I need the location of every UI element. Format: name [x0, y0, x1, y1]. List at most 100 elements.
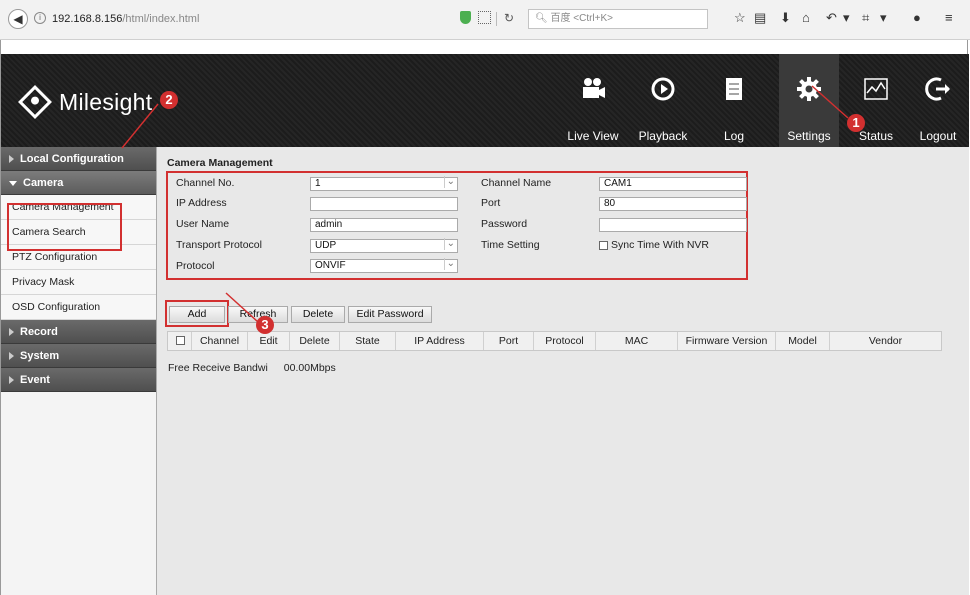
nav-log[interactable]: Log — [706, 54, 762, 147]
screenshot-tool-icon[interactable]: ⌗ — [862, 10, 869, 26]
column-header[interactable]: Firmware Version — [678, 332, 776, 350]
address-bar[interactable]: 192.168.8.156/html/index.html — [52, 10, 452, 28]
sidebar-item-privacy-mask[interactable]: Privacy Mask — [1, 270, 156, 295]
camera-form-highlight: Channel No. 1 Channel Name CAM1 IP Addre… — [166, 171, 748, 280]
logout-icon — [925, 77, 950, 101]
search-icon: 🔍︎ — [535, 13, 548, 24]
back-arrow-icon[interactable]: ◀ — [8, 9, 28, 29]
port-field[interactable]: 80 — [599, 197, 747, 211]
user-name-field[interactable]: admin — [310, 218, 458, 232]
password-label: Password — [481, 218, 528, 230]
info-icon[interactable]: i — [34, 12, 46, 24]
sidebar-group-label: Camera — [23, 177, 64, 189]
star-icon[interactable]: ☆ — [734, 10, 746, 26]
sidebar-group-label: Event — [20, 374, 50, 386]
sidebar-group-event[interactable]: Event — [1, 368, 156, 392]
shield-icon[interactable] — [460, 11, 471, 24]
callout-badge-1: 1 — [847, 114, 865, 132]
select-all-cell — [168, 332, 192, 350]
sidebar-group-label: Record — [20, 326, 58, 338]
nav-label: Logout — [919, 129, 957, 143]
url-host: 192.168.8.156 — [52, 13, 123, 25]
nav-label: Settings — [787, 129, 831, 143]
sync-time-label: Sync Time With NVR — [611, 239, 710, 251]
delete-button[interactable]: Delete — [291, 306, 345, 323]
column-header[interactable]: Model — [776, 332, 830, 350]
sidebar-group-label: Local Configuration — [20, 153, 124, 165]
app-header: Milesight Live View Playback Log Setting… — [1, 54, 969, 147]
section-title: Camera Management — [167, 157, 273, 169]
sidebar-group-local-configuration[interactable]: Local Configuration — [1, 147, 156, 171]
column-header[interactable]: Delete — [290, 332, 340, 350]
nav-logout[interactable]: Logout — [913, 54, 963, 147]
protocol-select[interactable]: ONVIF — [310, 258, 458, 273]
transport-protocol-label: Transport Protocol — [176, 239, 262, 251]
collapse-arrow-icon — [9, 180, 17, 186]
web-page: Milesight Live View Playback Log Setting… — [0, 40, 969, 595]
select-all-checkbox[interactable] — [176, 336, 185, 345]
channel-name-field[interactable]: CAM1 — [599, 177, 747, 191]
video-camera-icon — [583, 78, 605, 98]
column-header[interactable]: State — [340, 332, 396, 350]
nav-status[interactable]: Status — [846, 54, 906, 147]
main-content: Camera Management Channel No. 1 Channel … — [157, 147, 969, 595]
ip-address-field[interactable] — [310, 197, 458, 211]
edit-password-button[interactable]: Edit Password — [348, 306, 432, 323]
time-setting-label: Time Setting — [481, 239, 540, 251]
column-header[interactable]: MAC — [596, 332, 678, 350]
brand-name: Milesight — [59, 88, 153, 115]
search-placeholder: 百度 <Ctrl+K> — [550, 13, 614, 24]
sidebar-group-record[interactable]: Record — [1, 320, 156, 344]
bandwidth-value: 00.00Mbps — [283, 362, 336, 374]
column-header[interactable]: IP Address — [396, 332, 484, 350]
reading-list-icon[interactable]: ▤ — [754, 10, 766, 26]
sidebar-group-system[interactable]: System — [1, 344, 156, 368]
column-header[interactable]: Port — [484, 332, 534, 350]
sidebar-item-osd-configuration[interactable]: OSD Configuration — [1, 295, 156, 320]
download-icon[interactable]: ⬇ — [780, 10, 791, 26]
channel-name-label: Channel Name — [481, 177, 552, 189]
callout-badge-2: 2 — [160, 91, 178, 109]
dropdown-arrow-icon[interactable]: ▾ — [843, 10, 850, 26]
status-chart-icon — [864, 78, 888, 100]
column-header[interactable]: Vendor — [830, 332, 941, 350]
channel-no-label: Channel No. — [176, 177, 235, 189]
sidebar-group-camera[interactable]: Camera — [1, 171, 156, 195]
expand-arrow-icon — [9, 328, 14, 337]
playback-icon — [651, 77, 675, 101]
nav-playback[interactable]: Playback — [633, 54, 693, 147]
column-header[interactable]: Channel — [192, 332, 248, 350]
expand-arrow-icon — [9, 155, 14, 164]
gear-icon — [797, 77, 821, 101]
menu-icon[interactable]: ≡ — [945, 10, 953, 25]
protocol-label: Protocol — [176, 260, 215, 272]
toolbar-separator — [496, 12, 497, 26]
callout-badge-3: 3 — [256, 316, 274, 334]
camera-items-highlight — [7, 203, 122, 251]
url-path: /html/index.html — [122, 13, 200, 25]
expand-arrow-icon — [9, 376, 14, 385]
search-input[interactable]: 🔍︎ 百度 <Ctrl+K> — [528, 9, 708, 29]
channel-no-select[interactable]: 1 — [310, 176, 458, 191]
nav-label: Log — [723, 129, 745, 143]
ip-address-label: IP Address — [176, 197, 227, 209]
dropdown-arrow-icon[interactable]: ▾ — [880, 10, 887, 26]
chat-icon[interactable]: ● — [913, 10, 921, 25]
home-icon[interactable]: ⌂ — [802, 10, 810, 25]
bandwidth-label: Free Receive Bandwi — [168, 362, 268, 374]
sidebar-group-label: System — [20, 350, 60, 362]
column-header[interactable]: Edit — [248, 332, 290, 350]
user-name-label: User Name — [176, 218, 230, 230]
undo-icon[interactable]: ↶ — [826, 10, 837, 26]
nav-settings[interactable]: Settings — [779, 54, 839, 147]
nav-live-view[interactable]: Live View — [563, 54, 623, 147]
browser-toolbar: ◀ i 192.168.8.156/html/index.html ↻ 🔍︎ 百… — [0, 0, 970, 40]
reload-icon[interactable]: ↻ — [504, 11, 514, 25]
transport-protocol-select[interactable]: UDP — [310, 238, 458, 253]
port-label: Port — [481, 197, 501, 209]
column-header[interactable]: Protocol — [534, 332, 596, 350]
add-button[interactable]: Add — [169, 306, 225, 323]
password-field[interactable] — [599, 218, 747, 232]
qr-code-icon[interactable] — [478, 11, 491, 24]
sync-time-checkbox[interactable] — [599, 241, 608, 250]
